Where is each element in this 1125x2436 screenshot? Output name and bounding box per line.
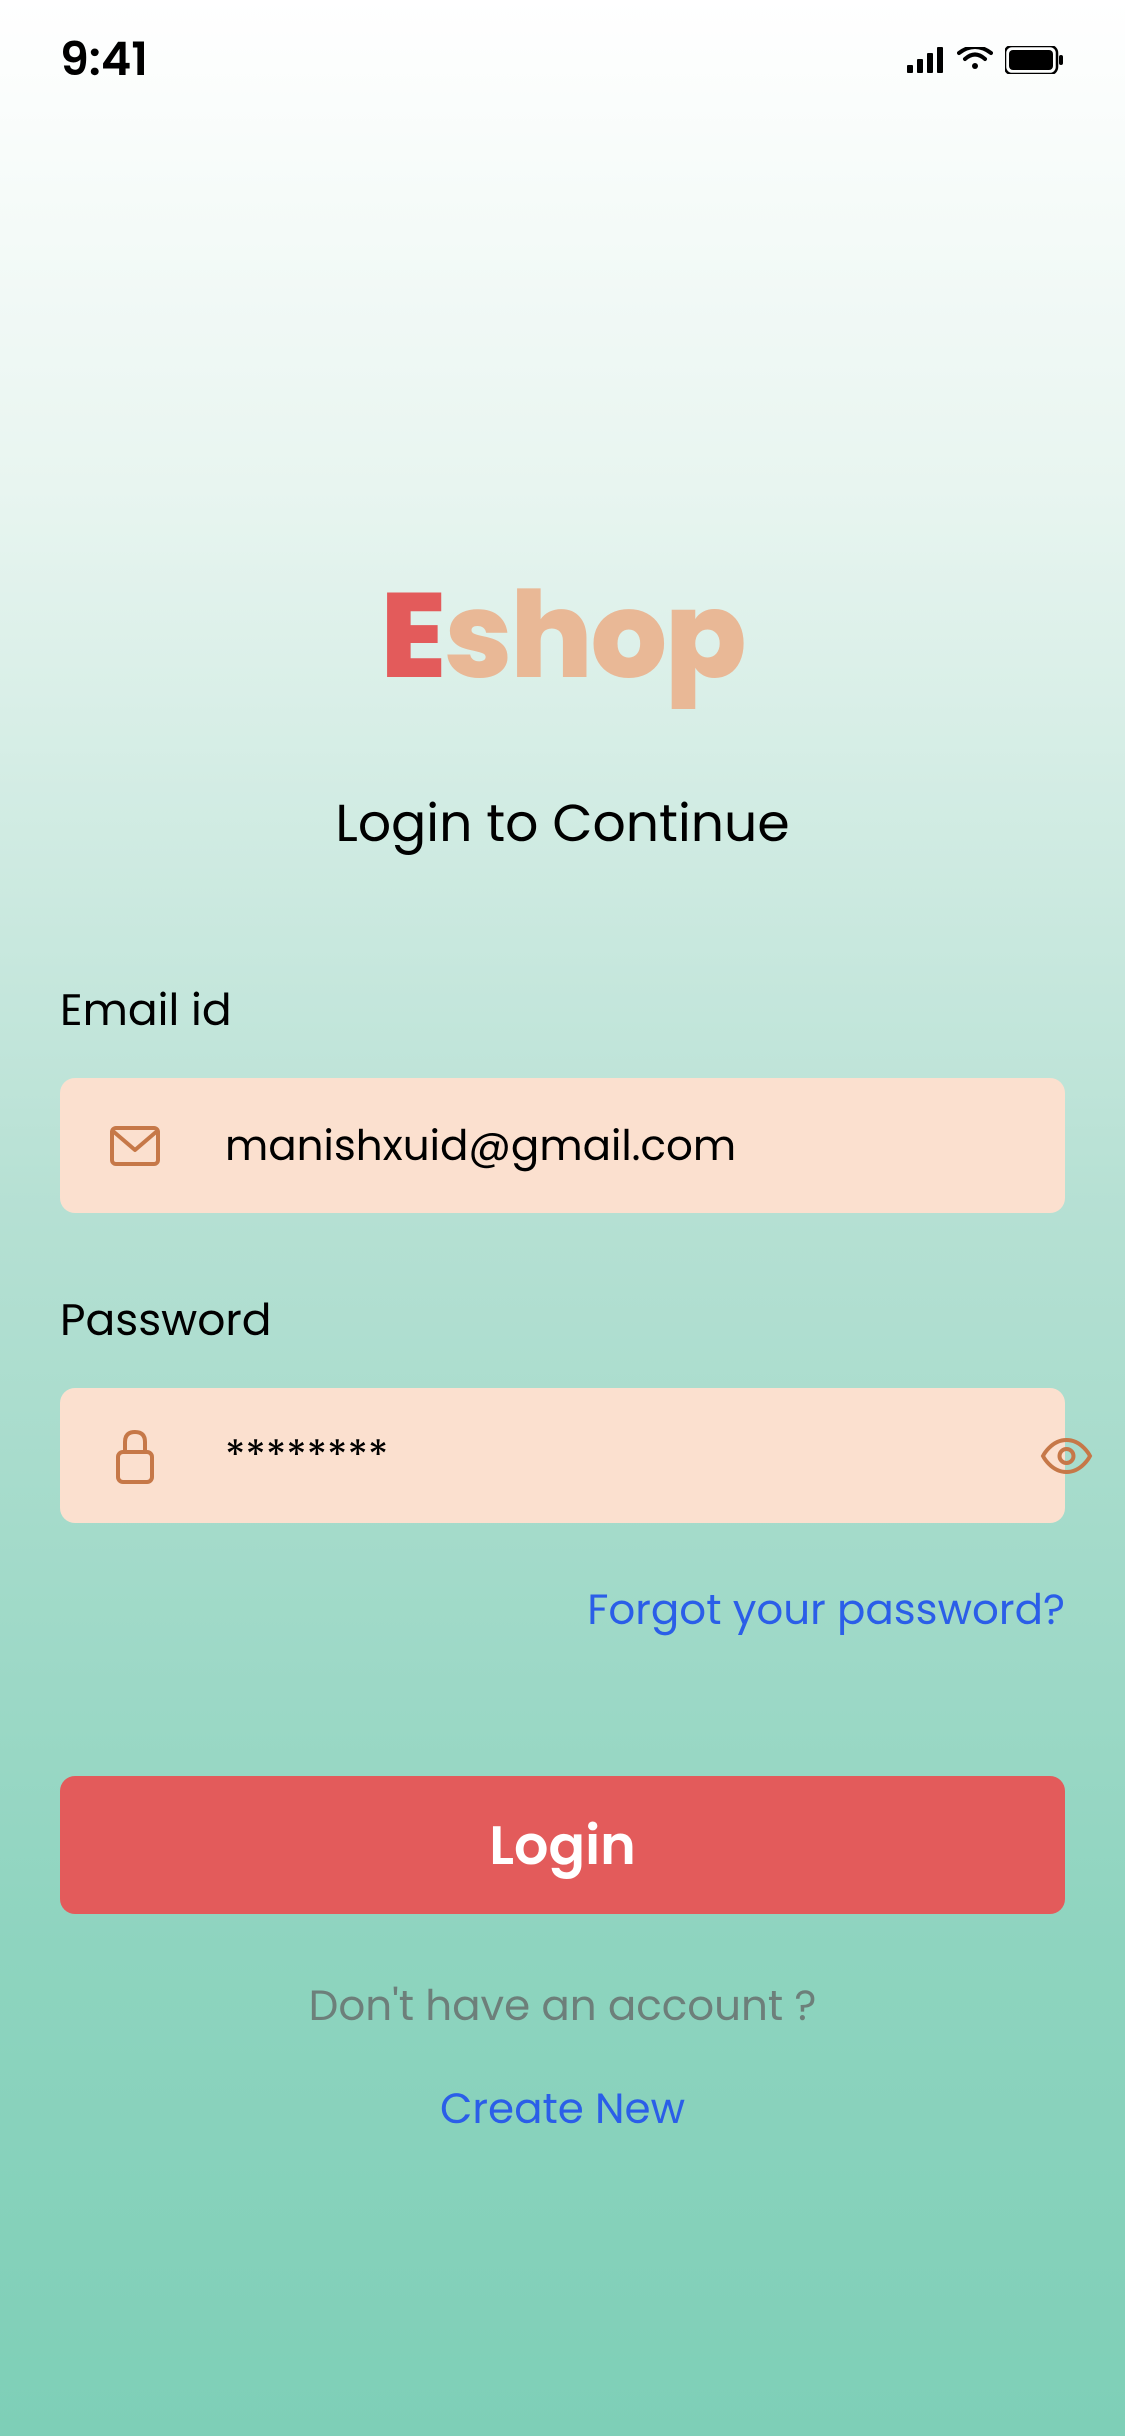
- wifi-icon: [957, 47, 993, 73]
- email-label: Email id: [60, 978, 1065, 1043]
- status-icons: [907, 46, 1065, 74]
- app-logo: Eshop: [60, 545, 1065, 725]
- cellular-signal-icon: [907, 47, 945, 73]
- email-input-wrapper[interactable]: [60, 1078, 1065, 1213]
- status-time: 9:41: [60, 26, 148, 95]
- lock-icon: [110, 1428, 160, 1484]
- status-bar: 9:41: [0, 0, 1125, 110]
- logo-e-letter: E: [380, 551, 444, 719]
- eye-icon[interactable]: [1039, 1436, 1094, 1476]
- password-input[interactable]: [225, 1424, 1039, 1487]
- signup-section: Don't have an account ? Create New: [60, 1974, 1065, 2140]
- password-input-wrapper[interactable]: [60, 1388, 1065, 1523]
- email-field-group: Email id: [60, 978, 1065, 1213]
- password-field-group: Password: [60, 1288, 1065, 1523]
- email-icon: [110, 1126, 160, 1166]
- logo-section: Eshop Login to Continue: [60, 545, 1065, 863]
- page-content: Eshop Login to Continue Email id Passwor…: [0, 545, 1125, 2140]
- password-label: Password: [60, 1288, 1065, 1353]
- no-account-text: Don't have an account ?: [60, 1974, 1065, 2037]
- battery-icon: [1005, 46, 1065, 74]
- login-form: Email id Password: [60, 978, 1065, 2140]
- login-button[interactable]: Login: [60, 1776, 1065, 1914]
- create-new-link[interactable]: Create New: [440, 2077, 685, 2140]
- email-input[interactable]: [225, 1114, 1039, 1177]
- page-subtitle: Login to Continue: [60, 785, 1065, 863]
- logo-shop-word: shop: [444, 551, 744, 719]
- forgot-password-link[interactable]: Forgot your password?: [60, 1578, 1065, 1641]
